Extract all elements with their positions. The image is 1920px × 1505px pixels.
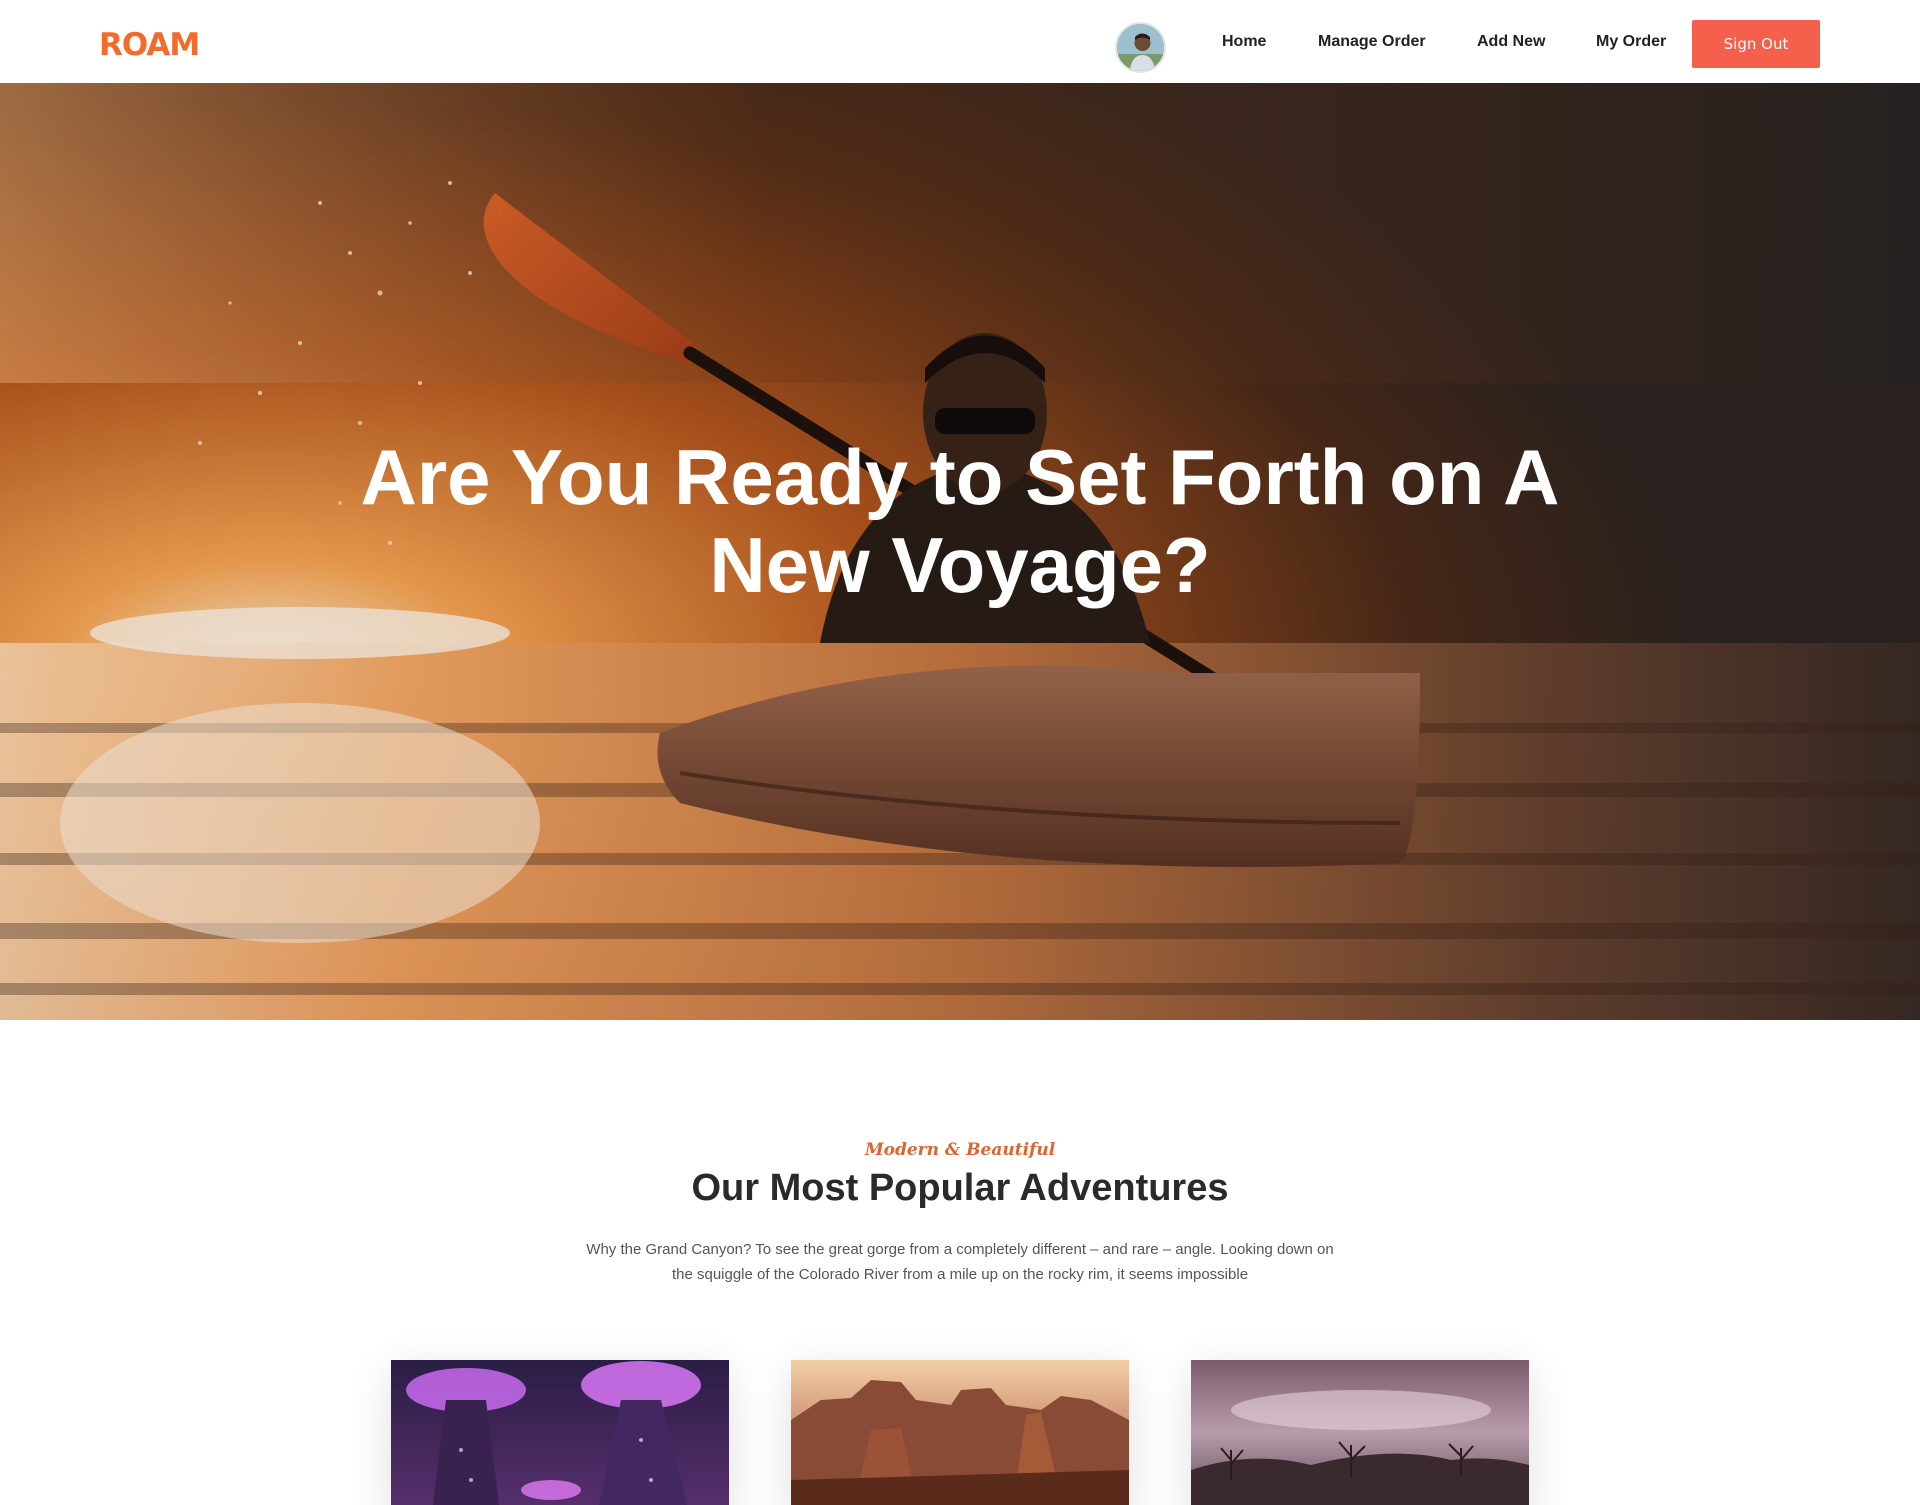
adventure-card-1[interactable] — [391, 1360, 729, 1505]
nav-home-link[interactable]: Home — [1222, 33, 1266, 51]
nav-manage-order-link[interactable]: Manage Order — [1318, 33, 1426, 51]
section-description: Why the Grand Canyon? To see the great g… — [586, 1241, 1334, 1283]
avatar[interactable] — [1115, 22, 1166, 73]
section-title: Our Most Popular Adventures — [691, 1167, 1229, 1209]
brand-logo[interactable]: ROAM — [99, 27, 200, 63]
adventure-card-1-image — [391, 1360, 729, 1505]
nav-add-new-link[interactable]: Add New — [1477, 33, 1545, 51]
top-navbar: ROAM Home Manage Order Add New My Order … — [0, 0, 1920, 83]
section-subtitle: Modern & Beautiful — [864, 1140, 1056, 1160]
adventure-card-2-image — [791, 1360, 1129, 1505]
nav-my-order-link[interactable]: My Order — [1596, 33, 1666, 51]
adventure-card-3-image — [1191, 1360, 1529, 1505]
adventure-card-2[interactable] — [791, 1360, 1129, 1505]
avatar-image — [1117, 24, 1164, 71]
adventure-card-3[interactable] — [1191, 1360, 1529, 1505]
hero-banner: Are You Ready to Set Forth on A New Voya… — [0, 83, 1920, 1020]
hero-title: Are You Ready to Set Forth on A New Voya… — [360, 433, 1560, 609]
sign-out-button[interactable]: Sign Out — [1692, 20, 1820, 68]
